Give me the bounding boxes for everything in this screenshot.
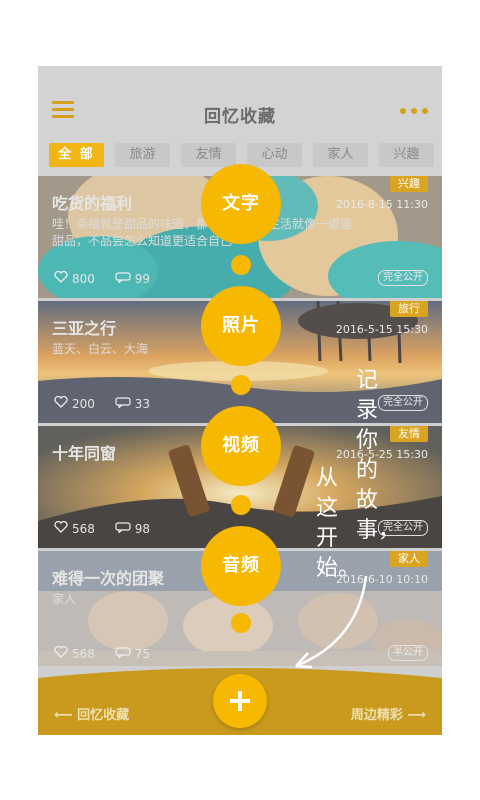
nav-nearby[interactable]: 周边精彩 ⟶ <box>351 704 426 723</box>
visibility-badge: 完全公开 <box>378 270 428 286</box>
comment-icon[interactable] <box>99 271 135 286</box>
card-title: 难得一次的团聚 <box>52 569 165 588</box>
card-tag: 家人 <box>390 551 428 567</box>
heart-icon[interactable] <box>54 520 72 536</box>
slogan-line-1: 记录你的故事， <box>356 368 401 543</box>
heart-icon[interactable] <box>54 645 72 661</box>
card-tag: 友情 <box>390 426 428 442</box>
heart-icon[interactable] <box>54 270 72 286</box>
app-screen: 回忆收藏 全 部 旅游 友情 心动 家人 兴趣 兴趣 吃货的福利 哇！幸福就是甜… <box>38 66 442 735</box>
like-count: 568 <box>72 646 95 661</box>
visibility-badge: 半公开 <box>388 645 428 661</box>
card-desc: 哇！幸福就是甜品的味道，都有一个胃：生活就像一道道甜品，不品尝怎么知道更适合自己 <box>52 217 353 248</box>
comment-icon[interactable] <box>99 646 135 661</box>
card-stats: 200 33 <box>54 395 151 411</box>
like-count: 800 <box>72 271 95 286</box>
comment-count: 33 <box>134 396 151 411</box>
card-title: 吃货的福利 <box>52 194 133 213</box>
like-count: 200 <box>72 396 95 411</box>
fab-text-button[interactable]: 文字 <box>201 164 281 244</box>
like-count: 568 <box>72 521 95 536</box>
slogan-line-2: 从这开始。 <box>316 466 361 581</box>
footer-left-label: 回忆收藏 <box>77 708 130 723</box>
fab-audio-button[interactable]: 音频 <box>201 526 281 606</box>
card-desc: 蓝天、白云、大海 <box>52 342 149 356</box>
card-stats: 800 99 <box>54 270 151 286</box>
comment-icon[interactable] <box>99 396 135 411</box>
tab-crush[interactable]: 心动 <box>247 143 302 167</box>
card-datetime: 2016-8-15 11:30 <box>335 198 428 211</box>
fab-photo-button[interactable]: 照片 <box>201 286 281 366</box>
heart-icon[interactable] <box>54 395 72 411</box>
more-icon[interactable] <box>400 108 428 116</box>
card-title: 十年同窗 <box>52 444 117 463</box>
comment-icon[interactable] <box>99 521 135 536</box>
card-stats: 568 75 <box>54 645 151 661</box>
tab-family[interactable]: 家人 <box>313 143 368 167</box>
fab-connector-dot <box>231 255 251 275</box>
fab-video-button[interactable]: 视频 <box>201 406 281 486</box>
page-title: 回忆收藏 <box>204 107 276 127</box>
card-datetime: 2016-5-25 15:30 <box>335 448 428 461</box>
arrow-right-icon: ⟶ <box>407 708 426 723</box>
tab-friendship[interactable]: 友情 <box>181 143 236 167</box>
card-tag: 旅行 <box>390 301 428 317</box>
footer-right-label: 周边精彩 <box>350 708 403 723</box>
plus-icon <box>238 691 242 711</box>
arrow-left-icon: ⟵ <box>54 708 73 723</box>
comment-count: 98 <box>134 521 151 536</box>
add-button[interactable] <box>213 674 267 728</box>
tab-all[interactable]: 全 部 <box>49 143 104 167</box>
nav-back-memories[interactable]: ⟵ 回忆收藏 <box>54 704 129 723</box>
fab-connector-dot <box>231 495 251 515</box>
comment-count: 75 <box>134 646 151 661</box>
fab-connector-dot <box>231 613 251 633</box>
curved-arrow-icon <box>295 575 368 669</box>
fab-connector-dot <box>231 375 251 395</box>
card-title: 三亚之行 <box>52 319 117 338</box>
card-stats: 568 98 <box>54 520 151 536</box>
tab-travel[interactable]: 旅游 <box>115 143 170 167</box>
card-datetime: 2016-5-15 15:30 <box>335 323 428 336</box>
tab-interest[interactable]: 兴趣 <box>379 143 434 167</box>
comment-count: 99 <box>134 271 151 286</box>
card-tag: 兴趣 <box>390 176 428 192</box>
visibility-badge: 完全公开 <box>378 395 428 411</box>
